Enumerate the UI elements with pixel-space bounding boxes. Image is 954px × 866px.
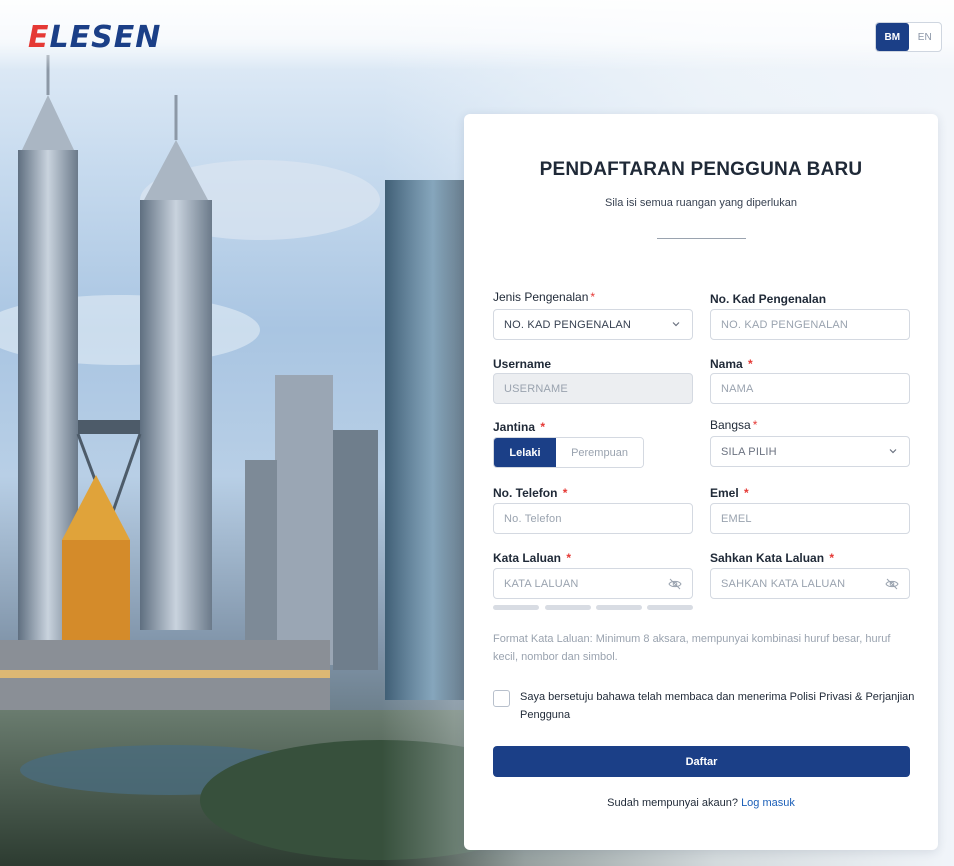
- registration-card: PENDAFTARAN PENGGUNA BARU Sila isi semua…: [464, 114, 938, 850]
- logo-text: LESEN: [49, 20, 162, 55]
- eye-off-icon[interactable]: [668, 578, 682, 590]
- confirm-password-input[interactable]: SAHKAN KATA LALUAN: [710, 568, 910, 599]
- id-type-select[interactable]: NO. KAD PENGENALAN: [493, 309, 693, 340]
- username-input[interactable]: USERNAME: [493, 373, 693, 404]
- lang-bm-button[interactable]: BM: [876, 23, 909, 51]
- login-prompt-text: Sudah mempunyai akaun?: [607, 797, 738, 809]
- id-type-value: NO. KAD PENGENALAN: [504, 318, 632, 331]
- username-label: Username: [493, 357, 552, 371]
- password-label: Kata Laluan *: [493, 551, 572, 565]
- chevron-down-icon: [672, 322, 680, 327]
- logo-letter-e: E: [28, 20, 50, 55]
- email-label: Emel *: [710, 486, 749, 500]
- id-type-label: Jenis Pengenalan *: [493, 290, 596, 304]
- confirm-password-label: Sahkan Kata Laluan *: [710, 551, 835, 565]
- agreement-text: Saya bersetuju bahawa telah membaca dan …: [520, 691, 915, 721]
- gender-toggle: Lelaki Perempuan: [493, 437, 644, 468]
- phone-label: No. Telefon *: [493, 486, 568, 500]
- name-label: Nama *: [710, 357, 753, 371]
- gender-female-button[interactable]: Perempuan: [556, 438, 643, 467]
- password-strength-bar-1: [493, 605, 539, 610]
- password-strength-bar-2: [545, 605, 591, 610]
- gender-label: Jantina *: [493, 420, 546, 434]
- elesen-logo[interactable]: ELESEN: [28, 20, 161, 55]
- password-placeholder: KATA LALUAN: [504, 577, 579, 590]
- register-button[interactable]: Daftar: [493, 746, 910, 777]
- language-switch: BM EN: [875, 22, 942, 52]
- title-divider: [657, 238, 746, 239]
- eye-off-icon[interactable]: [885, 578, 899, 590]
- name-input[interactable]: NAMA: [710, 373, 910, 404]
- confirm-password-placeholder: SAHKAN KATA LALUAN: [721, 577, 846, 590]
- password-format-hint: Format Kata Laluan: Minimum 8 aksara, me…: [493, 633, 891, 663]
- login-link[interactable]: Log masuk: [741, 797, 795, 809]
- email-input[interactable]: EMEL: [710, 503, 910, 534]
- chevron-down-icon: [889, 449, 897, 454]
- page-title: PENDAFTARAN PENGGUNA BARU: [539, 159, 863, 180]
- gender-male-button[interactable]: Lelaki: [494, 438, 556, 467]
- password-strength-bar-4: [647, 605, 693, 610]
- phone-input[interactable]: No. Telefon: [493, 503, 693, 534]
- password-strength-bar-3: [596, 605, 642, 610]
- id-number-label: No. Kad Pengenalan: [710, 292, 827, 306]
- password-input[interactable]: KATA LALUAN: [493, 568, 693, 599]
- id-number-input[interactable]: NO. KAD PENGENALAN: [710, 309, 910, 340]
- agreement-checkbox[interactable]: [493, 690, 510, 707]
- page-subtitle: Sila isi semua ruangan yang diperlukan: [604, 197, 797, 209]
- race-label: Bangsa *: [710, 418, 758, 432]
- race-value: SILA PILIH: [721, 445, 777, 458]
- login-prompt-row: Sudah mempunyai akaun? Log masuk: [464, 797, 938, 809]
- lang-en-button[interactable]: EN: [909, 23, 942, 51]
- race-select[interactable]: SILA PILIH: [710, 436, 910, 467]
